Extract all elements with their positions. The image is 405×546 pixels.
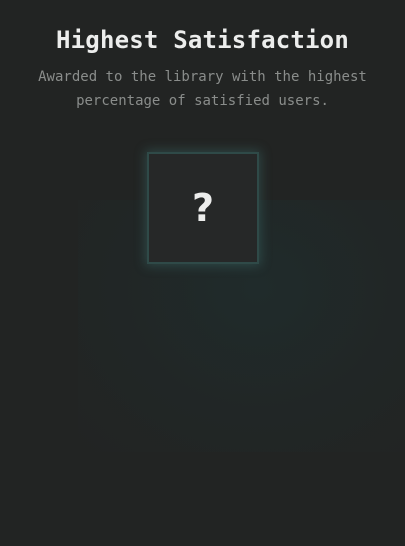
award-badge: ? (147, 152, 259, 264)
award-detail-page: Highest Satisfaction Awarded to the libr… (0, 0, 405, 546)
unknown-award-icon: ? (191, 186, 215, 230)
award-description: Awarded to the library with the highest … (38, 69, 367, 109)
award-title: Highest Satisfaction (56, 26, 349, 54)
